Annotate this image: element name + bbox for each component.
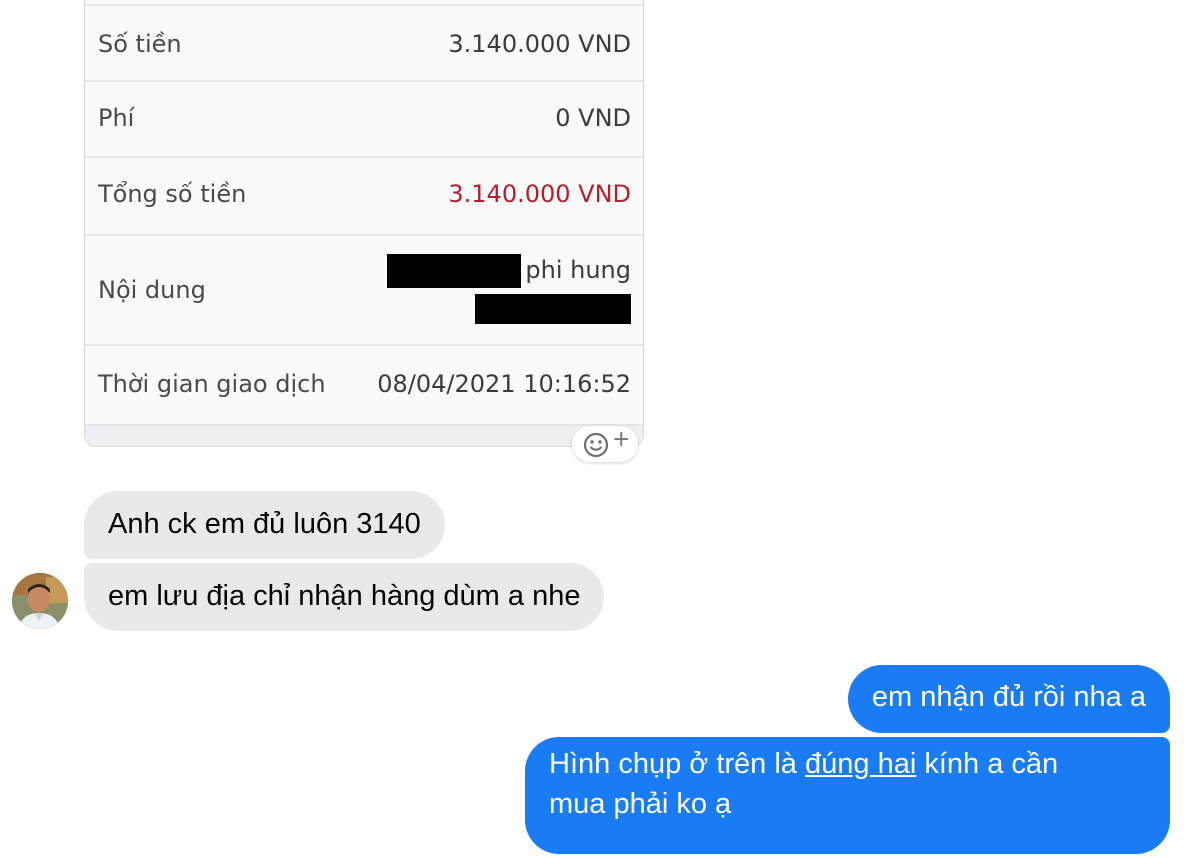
message-text-line-2: mua phải ko ạ [549, 788, 732, 820]
amount-label: Số tiền [98, 30, 182, 58]
receipt-row-amount: Số tiền 3.140.000 VND [85, 4, 643, 82]
receipt-row-total: Tổng số tiền 3.140.000 VND [85, 156, 643, 236]
receipt-body: Số tiền 3.140.000 VND Phí 0 VND Tổng số … [85, 0, 643, 424]
time-value: 08/04/2021 10:16:52 [377, 370, 631, 398]
total-label: Tổng số tiền [98, 180, 247, 208]
receipt-row-fee: Phí 0 VND [85, 80, 643, 158]
message-text: Anh ck em đủ luôn 3140 [108, 508, 421, 540]
time-label: Thời gian giao dịch [98, 370, 326, 398]
redaction-bar [387, 254, 521, 288]
underlined-text: đúng hai [805, 748, 917, 780]
fee-label: Phí [98, 104, 135, 132]
content-label: Nội dung [98, 276, 206, 304]
avatar-photo-icon [12, 573, 68, 629]
total-value: 3.140.000 VND [448, 180, 631, 208]
outgoing-message[interactable]: Hình chụp ở trên là đúng hai kính a cần … [525, 737, 1170, 854]
message-text: em nhận đủ rồi nha a [871, 681, 1146, 713]
message-text-line-1: Hình chụp ở trên là đúng hai kính a cần [549, 744, 1146, 784]
receipt-row-content: Nội dung phi hung [85, 234, 643, 346]
contact-avatar[interactable] [12, 573, 68, 629]
incoming-message[interactable]: Anh ck em đủ luôn 3140 [84, 491, 445, 559]
add-reaction-button[interactable]: + [572, 426, 638, 462]
add-reaction-icon [583, 432, 609, 458]
outgoing-message[interactable]: em nhận đủ rồi nha a [847, 665, 1170, 733]
message-text-part: Hình chụp ở trên là [549, 748, 805, 780]
incoming-message[interactable]: em lưu địa chỉ nhận hàng dùm a nhe [84, 563, 605, 631]
amount-value: 3.140.000 VND [448, 30, 631, 58]
redaction-bar [475, 294, 631, 324]
fee-value: 0 VND [555, 104, 631, 132]
content-value: phi hung [525, 256, 631, 284]
plus-icon: + [612, 427, 631, 452]
message-text: em lưu địa chỉ nhận hàng dùm a nhe [108, 580, 581, 612]
receipt-footer [85, 424, 643, 446]
receipt-row-time: Thời gian giao dịch 08/04/2021 10:16:52 [85, 344, 643, 426]
message-text-part: kính a cần [916, 748, 1059, 780]
shared-receipt-image[interactable]: Số tiền 3.140.000 VND Phí 0 VND Tổng số … [84, 0, 644, 447]
